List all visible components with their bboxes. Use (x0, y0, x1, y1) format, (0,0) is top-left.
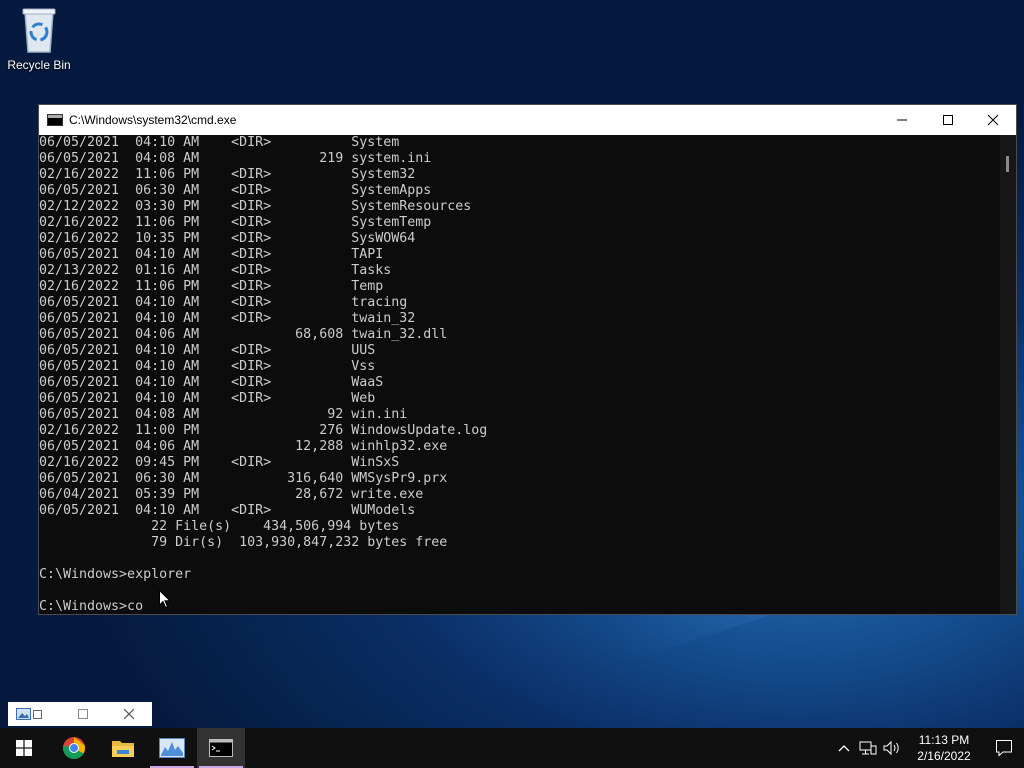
console-line: 06/05/2021 06:30 AM 316,640 WMSysPr9.prx (39, 471, 448, 486)
console-line: 06/05/2021 04:10 AM <DIR> System (39, 135, 400, 150)
maximize-icon (943, 115, 953, 125)
show-hidden-icons-button[interactable] (832, 728, 856, 768)
window-title: C:\Windows\system32\cmd.exe (69, 113, 237, 127)
console-line: 06/05/2021 04:08 AM 92 win.ini (39, 407, 408, 422)
taskbar-clock[interactable]: 11:13 PM 2/16/2022 (904, 728, 984, 768)
console-command-line: C:\Windows>explorer (39, 567, 192, 582)
console-line: 02/16/2022 11:06 PM <DIR> System32 (39, 167, 416, 182)
command-prompt-icon (209, 739, 233, 757)
command-prompt-icon (47, 114, 63, 126)
folder-icon (112, 741, 134, 757)
command-prompt-window[interactable]: C:\Windows\system32\cmd.exe 06/05/2021 0… (38, 104, 1017, 615)
taskbar-preview-window[interactable] (8, 702, 152, 726)
console-line: 06/05/2021 04:10 AM <DIR> tracing (39, 295, 408, 310)
console-line: 06/05/2021 04:10 AM <DIR> Web (39, 391, 376, 406)
desktop-icon-recycle-bin[interactable]: Recycle Bin (4, 6, 74, 76)
chevron-up-icon (838, 745, 850, 752)
console-line: 06/05/2021 04:10 AM <DIR> UUS (39, 343, 376, 358)
maximize-button[interactable] (925, 105, 971, 135)
minimize-icon (897, 119, 907, 121)
console-line: 06/04/2021 05:39 PM 28,672 write.exe (39, 487, 424, 502)
start-button[interactable] (0, 728, 48, 768)
console-line: 06/05/2021 04:10 AM <DIR> TAPI (39, 247, 384, 262)
system-tray: 11:13 PM 2/16/2022 (832, 728, 1024, 768)
volume-button[interactable] (880, 728, 904, 768)
taskbar-chrome-button[interactable] (50, 728, 98, 768)
close-icon (987, 114, 999, 126)
windows-start-icon (16, 740, 32, 756)
console-line: 06/05/2021 04:10 AM <DIR> WUModels (39, 503, 416, 518)
console-output[interactable]: 06/05/2021 04:10 AM <DIR> System 06/05/2… (39, 135, 1002, 614)
console-line: 02/16/2022 10:35 PM <DIR> SysWOW64 (39, 231, 416, 246)
console-line: 02/16/2022 11:06 PM <DIR> SystemTemp (39, 215, 432, 230)
console-line: 06/05/2021 04:08 AM 219 system.ini (39, 151, 432, 166)
vertical-scrollbar[interactable] (1000, 135, 1016, 614)
taskbar-command-prompt-button[interactable] (197, 728, 245, 768)
mouse-cursor-icon (159, 590, 171, 609)
network-icon (859, 741, 877, 755)
recycle-bin-label: Recycle Bin (7, 58, 71, 72)
console-input-line[interactable]: C:\Windows>co (39, 599, 1002, 614)
taskbar: 11:13 PM 2/16/2022 (0, 728, 1024, 768)
taskbar-resource-monitor-button[interactable] (148, 728, 196, 768)
console-line: 02/16/2022 09:45 PM <DIR> WinSxS (39, 455, 400, 470)
speaker-icon (883, 740, 899, 756)
clock-date: 2/16/2022 (917, 749, 971, 763)
close-icon[interactable] (123, 708, 135, 720)
console-line: 06/05/2021 06:30 AM <DIR> SystemApps (39, 183, 432, 198)
console-line: 02/12/2022 03:30 PM <DIR> SystemResource… (39, 199, 472, 214)
console-line: 06/05/2021 04:06 AM 68,608 twain_32.dll (39, 327, 448, 342)
recycle-bin-icon (22, 8, 56, 53)
console-summary-dirs: 79 Dir(s) 103,930,847,232 bytes free (39, 535, 448, 550)
console-line: 06/05/2021 04:10 AM <DIR> twain_32 (39, 311, 416, 326)
console-line: 06/05/2021 04:10 AM <DIR> Vss (39, 359, 376, 374)
action-center-button[interactable] (984, 728, 1024, 768)
notification-icon (996, 740, 1012, 757)
console-line: 02/13/2022 01:16 AM <DIR> Tasks (39, 263, 392, 278)
scrollbar-thumb[interactable] (1006, 156, 1009, 172)
console-line: 02/16/2022 11:06 PM <DIR> Temp (39, 279, 384, 294)
taskbar-file-explorer-button[interactable] (99, 728, 147, 768)
chrome-icon (62, 737, 86, 759)
performance-monitor-icon (159, 738, 185, 758)
close-button[interactable] (970, 105, 1016, 135)
minimize-button[interactable] (879, 105, 925, 135)
console-line: 06/05/2021 04:06 AM 12,288 winhlp32.exe (39, 439, 448, 454)
console-line: 02/16/2022 11:00 PM 276 WindowsUpdate.lo… (39, 423, 488, 438)
title-bar[interactable]: C:\Windows\system32\cmd.exe (39, 105, 1016, 135)
maximize-icon[interactable] (77, 708, 89, 720)
console-summary-files: 22 File(s) 434,506,994 bytes (39, 519, 400, 534)
console-line: 06/05/2021 04:10 AM <DIR> WaaS (39, 375, 384, 390)
image-viewer-icon (16, 708, 42, 720)
clock-time: 11:13 PM (918, 733, 970, 747)
network-button[interactable] (856, 728, 880, 768)
